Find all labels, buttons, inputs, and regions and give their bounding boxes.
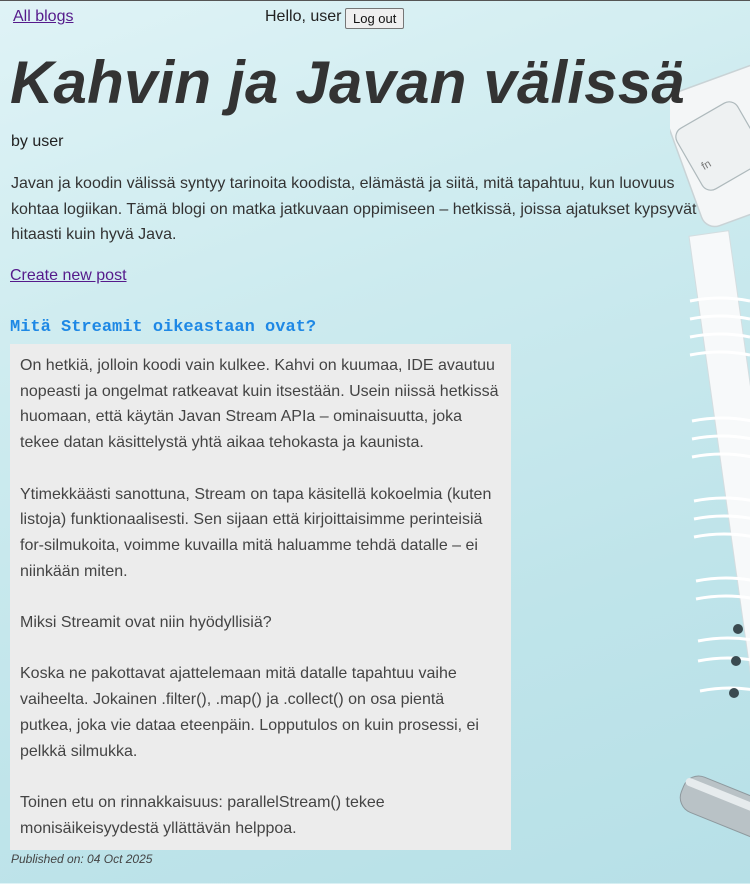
blog-description: Javan ja koodin välissä syntyy tarinoita… [11,175,697,243]
create-new-post-link[interactable]: Create new post [10,267,127,285]
post-paragraph: Toinen etu on rinnakkaisuus: parallelStr… [20,793,385,837]
blog-author: by user [11,133,64,150]
blog-title: Kahvin ja Javan välissä [10,49,686,116]
post-published-date: Published on: 04 Oct 2025 [11,852,153,866]
post-paragraph: Ytimekkäästi sanottuna, Stream on tapa k… [20,485,492,580]
post-paragraph: Miksi Streamit ovat niin hyödyllisiä? [20,614,272,631]
pen-icon [679,775,750,844]
post-paragraph: On hetkiä, jolloin koodi vain kulkee. Ka… [20,357,499,452]
user-greeting: Hello, user [265,8,342,25]
logout-button[interactable]: Log out [345,8,405,29]
spiral-notebook-icon [688,230,750,752]
post-title: Mitä Streamit oikeastaan ovat? [10,318,317,337]
all-blogs-link[interactable]: All blogs [13,8,73,26]
top-bar: All blogs Hello, user Log out [0,1,750,33]
desk-decoration: fn [670,61,750,844]
post-paragraph: Koska ne pakottavat ajattelemaan mitä da… [20,665,479,760]
post-content: On hetkiä, jolloin koodi vain kulkee. Ka… [10,344,511,850]
